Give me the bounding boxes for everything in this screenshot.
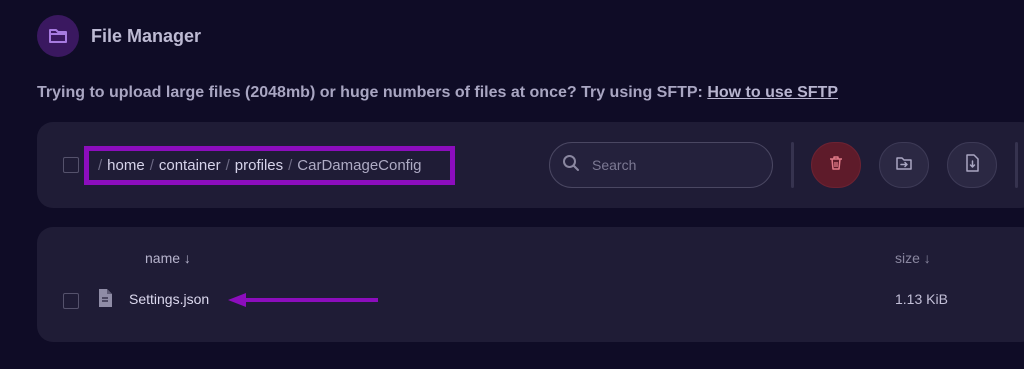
column-header-size[interactable]: size ↓ [895, 250, 931, 266]
search-box[interactable] [549, 142, 773, 188]
breadcrumb-container[interactable]: container [159, 157, 221, 174]
column-header-name[interactable]: name ↓ [145, 250, 191, 266]
file-table: name ↓ size ↓ Settings.json 1.13 KiB [37, 227, 1024, 342]
move-button[interactable] [879, 142, 929, 188]
file-size: 1.13 KiB [895, 291, 948, 307]
sort-arrow-icon: ↓ [923, 250, 931, 266]
breadcrumb-separator: / [98, 157, 103, 174]
download-button[interactable] [947, 142, 997, 188]
file-download-icon [964, 153, 980, 177]
toolbar-divider [1015, 142, 1018, 188]
annotation-arrow-icon [228, 293, 378, 307]
sftp-notice-text: Trying to upload large files (2048mb) or… [37, 84, 708, 101]
move-file-icon [895, 155, 913, 176]
toolbar-divider [791, 142, 794, 188]
sort-arrow-icon: ↓ [183, 250, 191, 266]
file-name-link[interactable]: Settings.json [129, 291, 209, 307]
sftp-help-link[interactable]: How to use SFTP [707, 84, 838, 101]
folder-icon [37, 15, 79, 57]
page-header: File Manager [37, 15, 201, 57]
breadcrumb-separator: / [149, 157, 154, 174]
breadcrumb-separator: / [288, 157, 293, 174]
breadcrumb-separator: / [225, 157, 230, 174]
row-checkbox[interactable] [63, 293, 79, 309]
file-icon [98, 289, 112, 312]
sftp-notice: Trying to upload large files (2048mb) or… [37, 84, 838, 102]
breadcrumb-profiles[interactable]: profiles [235, 157, 283, 174]
column-header-label: name [145, 250, 181, 266]
delete-button[interactable] [811, 142, 861, 188]
breadcrumb-current: CarDamageConfig [297, 157, 422, 174]
breadcrumb-home[interactable]: home [107, 157, 145, 174]
search-input[interactable] [590, 156, 754, 174]
breadcrumb: / home / container / profiles / CarDamag… [84, 146, 455, 185]
file-toolbar: / home / container / profiles / CarDamag… [37, 122, 1024, 208]
search-icon [562, 154, 580, 177]
page-title: File Manager [91, 25, 202, 46]
trash-icon [828, 155, 844, 176]
column-header-label: size [895, 250, 920, 266]
select-all-checkbox[interactable] [63, 157, 79, 173]
